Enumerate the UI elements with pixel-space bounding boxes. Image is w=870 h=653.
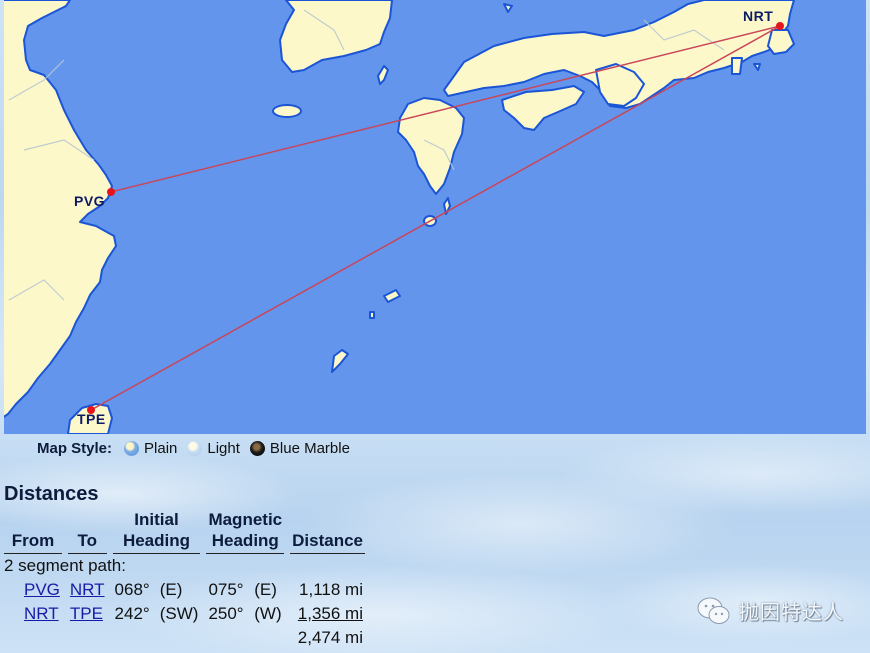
initial-heading-deg: 242° — [114, 604, 150, 623]
airport-marker-nrt — [776, 22, 784, 30]
from-link-nrt[interactable]: NRT — [24, 604, 59, 623]
route-map[interactable]: NRT PVG TPE — [4, 0, 866, 434]
airport-label-nrt: NRT — [743, 8, 774, 24]
table-row: NRT TPE 242° (SW) 250° (W) 1,356 mi — [4, 602, 365, 626]
to-link-nrt[interactable]: NRT — [70, 580, 105, 599]
header-initial-line1: Initial — [134, 510, 179, 529]
total-distance: 2,474 mi — [297, 628, 363, 647]
initial-heading-deg: 068° — [114, 580, 150, 599]
airport-label-pvg: PVG — [74, 193, 106, 209]
route-nrt-tpe — [90, 25, 781, 411]
wechat-icon — [697, 597, 730, 624]
map-style-plain[interactable]: Plain — [144, 440, 177, 457]
magnetic-heading-deg: 075° — [208, 580, 244, 599]
land-china — [4, 0, 117, 418]
distances-table: From To Initial Heading Magnetic Heading D… — [0, 509, 371, 650]
map-style-label: Map Style: — [37, 440, 113, 457]
watermark: 抛因特达人 — [697, 596, 844, 625]
globe-plain-icon[interactable] — [124, 441, 140, 456]
land-korea — [279, 0, 393, 73]
initial-heading-dir: (E) — [159, 580, 183, 599]
distances-title: Distances — [4, 483, 99, 505]
to-link-tpe[interactable]: TPE — [70, 604, 103, 623]
header-to: To — [67, 509, 107, 554]
header-magnetic-line1: Magnetic — [208, 510, 283, 529]
segment-distance: 1,118 mi — [299, 580, 363, 599]
table-row: PVG NRT 068° (E) 075° (E) 1,118 mi — [4, 578, 365, 602]
map-style-light[interactable]: Light — [207, 440, 240, 457]
map-canvas — [4, 0, 795, 434]
map-style-blue-marble[interactable]: Blue Marble — [270, 440, 350, 457]
segment-distance: 1,356 mi — [297, 604, 363, 623]
airport-marker-pvg — [107, 188, 115, 196]
initial-heading-dir: (SW) — [159, 604, 199, 623]
watermark-text: 抛因特达人 — [739, 602, 844, 624]
segment-path-label: 2 segment path: — [4, 556, 126, 575]
header-magnetic-line2: Heading — [211, 531, 279, 550]
airport-label-tpe: TPE — [77, 411, 106, 427]
map-style-selector: Map Style: Plain Light Blue Marble — [37, 440, 360, 457]
magnetic-heading-deg: 250° — [208, 604, 244, 623]
from-link-pvg[interactable]: PVG — [24, 580, 60, 599]
globe-blue-marble-icon[interactable] — [249, 441, 265, 456]
header-from: From — [4, 509, 62, 554]
land-jeju — [272, 104, 302, 118]
globe-light-icon[interactable] — [187, 441, 203, 456]
magnetic-heading-dir: (W) — [254, 604, 282, 623]
header-initial-heading: Initial Heading — [112, 509, 201, 554]
magnetic-heading-dir: (E) — [254, 580, 277, 599]
header-distance: Distance — [290, 509, 365, 554]
header-magnetic-heading: Magnetic Heading — [206, 509, 285, 554]
header-initial-line2: Heading — [122, 531, 191, 550]
